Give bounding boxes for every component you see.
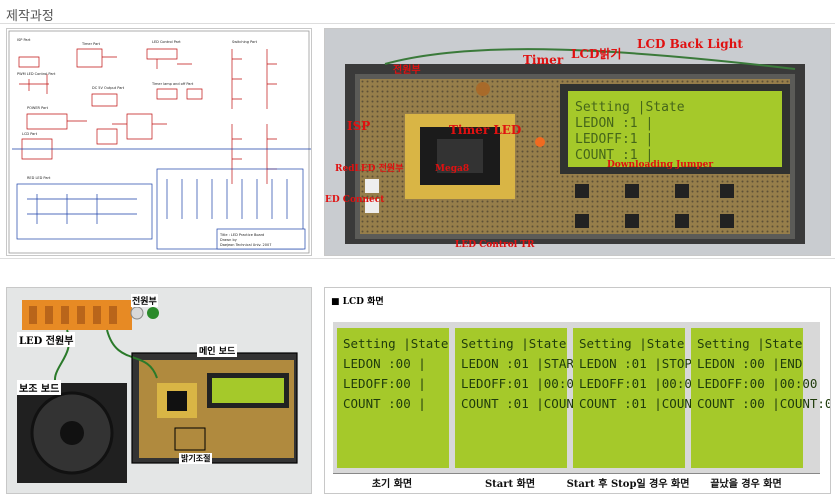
lcd-line: Setting |State [461,336,567,351]
caption-end: 끝났을 경우 화면 [710,479,782,490]
svg-text:ISP Part: ISP Part [17,38,31,42]
svg-text:LCD Part: LCD Part [22,132,38,136]
label-mega8: Mega8 [435,164,470,174]
schematic-panel: ISP Part PWM LED Control Part Timer Part… [6,28,312,256]
lcd-line: Setting |State [697,336,803,351]
lcd-screen-start: Setting |State LEDON :01 |START ON LEDOF… [455,328,604,468]
label-power-unit: 전원부 [131,294,158,307]
lcd-line: COUNT :01 |COUNT:01 [579,396,722,411]
svg-text:Daejeon Technical Univ. 2007: Daejeon Technical Univ. 2007 [220,243,271,247]
lcd-screen-end: Setting |State LEDON :00 |END LEDOFF:00 … [691,328,831,468]
label-timer: Timer [523,53,564,67]
label-aux-board: 보조 보드 [17,380,62,395]
svg-text:Drawn by: Drawn by [220,238,237,242]
caption-start: Start 화면 [484,479,536,490]
lcd-line: COUNT :00 |COUNT:00 [697,396,831,411]
lcd-line: LEDOFF:00 |00:00 [697,376,818,391]
label-lcd-backlight: LCD Back Light [637,37,743,51]
lcd-line: LEDON :01 |START ON [461,356,604,371]
svg-text:LED Control Part: LED Control Part [152,40,181,44]
svg-text:LEDOFF:1 |: LEDOFF:1 | [575,132,653,147]
lcd-line: Setting |State [579,336,685,351]
label-timer-led: Timer LED [449,123,522,137]
svg-text:LEDON :1 |: LEDON :1 | [575,116,653,131]
schematic-drawing: ISP Part PWM LED Control Part Timer Part… [8,30,311,254]
svg-text:Switching Part: Switching Part [232,40,258,44]
label-main-board: 메인 보드 [197,344,238,357]
assembly-photo-panel: 전원부 LED 전원부 보조 보드 메인 보드 밝기조절 [6,287,312,494]
lcd-line: Setting |State [343,336,449,351]
label-downloading-jumper: Downloading Jumper [607,160,714,170]
caption-initial: 초기 화면 [371,479,413,490]
lcd-screen-stop: Setting |State LEDON :01 |STOP LEDOFF:01… [573,328,722,468]
lcd-line: COUNT :01 |COUNT:01 [461,396,604,411]
lcd-line: LEDON :00 | [343,356,426,371]
lcd-line: COUNT :00 | [343,396,426,411]
svg-text:PWM LED Control Part: PWM LED Control Part [17,72,56,76]
label-led-connect: ED Connect [325,195,385,205]
svg-text:POWER Part: POWER Part [27,106,49,110]
label-led-power-unit: LED 전원부 [17,332,76,347]
svg-text:Timer lamp and off Part: Timer lamp and off Part [151,82,194,86]
label-red-led: RedLED 전원부 [335,164,404,174]
label-isp: ISP [347,119,371,133]
lcd-screen-initial: Setting |State LEDON :00 | LEDOFF:00 | C… [337,328,449,468]
label-led-control-tr: LED Control TR [455,240,535,250]
lcd-line: LEDON :01 |STOP [579,356,692,371]
section-title: 제작과정 [6,9,54,24]
svg-text:Title : LED Practice Board: Title : LED Practice Board [219,233,264,237]
svg-text:DC 5V Output Part: DC 5V Output Part [92,86,125,90]
lcd-line: LEDOFF:01 |00:03 [461,376,582,391]
lcd-screens-panel: ■ LCD 화면 Setting |State LEDON :00 | LEDO… [324,287,831,494]
middle-divider [0,258,835,259]
label-lcd-brightness: LCD밝기 [571,47,622,61]
lcd-section-heading: ■ LCD 화면 [331,297,384,307]
svg-text:RED LED Part: RED LED Part [27,176,51,180]
label-power: 전원부 [393,65,421,76]
label-brightness: 밝기조절 [179,453,213,464]
lcd-line: LEDOFF:00 | [343,376,426,391]
svg-text:Setting |State: Setting |State [575,100,685,115]
lcd-line: LEDON :00 |END [697,356,803,371]
title-divider [0,23,835,24]
svg-text:Timer Part: Timer Part [81,42,101,46]
caption-stop: Start 후 Stop일 경우 화면 [566,479,690,490]
lcd-line: LEDOFF:01 |00:05 [579,376,700,391]
board-photo-panel: Setting |State LEDON :1 | LEDOFF:1 | COU… [324,28,831,256]
